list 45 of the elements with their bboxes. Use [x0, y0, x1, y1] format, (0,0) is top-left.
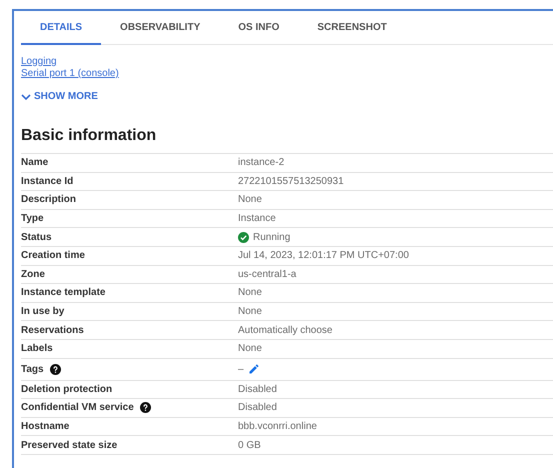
tab[interactable]: DETAILS	[21, 11, 102, 45]
table-cell-text: us-central1-a	[238, 268, 296, 282]
table-cell-text: Automatically choose	[238, 324, 332, 338]
tab[interactable]: OS INFO	[219, 11, 298, 45]
table-cell-text: Instance	[238, 212, 276, 226]
field-label: Hostname	[21, 420, 70, 434]
help-icon[interactable]	[140, 402, 151, 414]
table-cell-text: Disabled	[238, 382, 277, 397]
field-label: Status	[21, 230, 52, 245]
field-label: Zone	[21, 268, 45, 282]
table-cell-text: None	[238, 286, 262, 300]
field-label: Description	[21, 193, 76, 208]
chevron-icon	[21, 92, 31, 100]
section-title: Basic information	[21, 126, 158, 146]
table-cell-text: None	[238, 305, 262, 320]
field-label: Instance Id	[21, 174, 74, 189]
field-label: Type	[21, 212, 44, 226]
field-label: Confidential VM service	[21, 401, 134, 416]
table-cell-text: bbb.vconrri.online	[238, 420, 317, 434]
table-cell-text: None	[238, 342, 262, 356]
field-label: Instance template	[21, 286, 106, 300]
table-cell-text: –	[238, 362, 244, 377]
help-icon[interactable]	[50, 364, 61, 375]
table-cell-text: None	[238, 193, 262, 208]
table-cell-text: 2722101557513250931	[238, 174, 344, 189]
field-label: Creation time	[21, 249, 85, 264]
link[interactable]: Logging	[21, 56, 57, 68]
field-label: In use by	[21, 305, 64, 320]
status-text: Running	[253, 230, 290, 245]
field-label: Deletion protection	[21, 382, 112, 397]
table-cell-text: instance-2	[238, 156, 284, 170]
link[interactable]: Serial port 1 (console)	[21, 68, 119, 80]
field-label: Labels	[21, 342, 53, 356]
field-label: Preserved state size	[21, 438, 118, 453]
table-cell-text: Disabled	[238, 401, 277, 416]
table-cell-text: 0 GB	[238, 438, 261, 453]
check-circle-icon	[238, 232, 249, 243]
tab[interactable]: OBSERVABILITY	[101, 11, 220, 45]
table-cell-text: Jul 14, 2023, 12:01:17 PM UTC+07:00	[238, 249, 409, 264]
pencil-icon[interactable]	[248, 363, 260, 376]
field-label: Name	[21, 156, 48, 170]
field-label: Tags	[21, 362, 44, 377]
show-more-button[interactable]: SHOW MORE	[21, 89, 98, 104]
field-label: Reservations	[21, 324, 84, 338]
tab[interactable]: SCREENSHOT	[298, 11, 406, 45]
